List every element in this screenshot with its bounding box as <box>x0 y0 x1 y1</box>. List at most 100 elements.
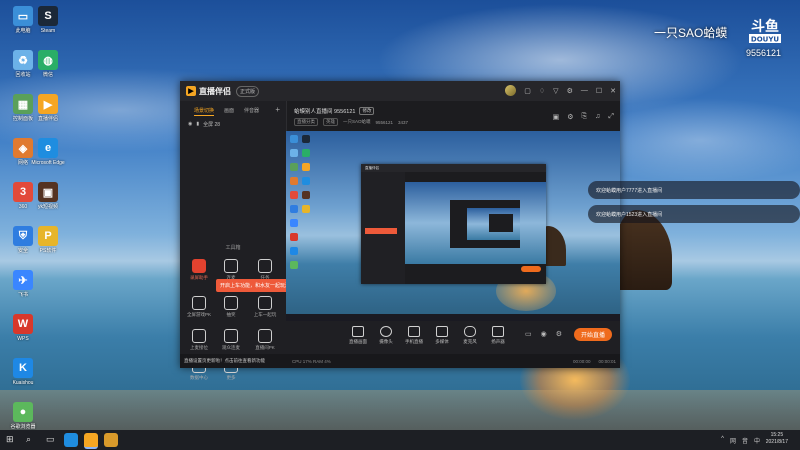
preview-desktop-icon <box>290 247 298 255</box>
share-icon[interactable]: ⎘ <box>582 113 588 121</box>
nested-tooltip <box>365 228 397 234</box>
status-times: 00:00:00 00:00:01 <box>573 359 616 364</box>
taskbar-clock[interactable]: 15:25 2021/8/17 <box>766 432 788 446</box>
scene-item[interactable]: ◉ ▮ 全屏 28 <box>188 121 220 128</box>
desktop-icon[interactable]: ▣ yk短视频 <box>28 182 68 226</box>
control-camera[interactable]: 摄像头 <box>374 326 398 345</box>
tool-pk[interactable]: 全屏游戏PK <box>184 296 214 318</box>
tool-lottery[interactable]: 抽奖 <box>216 296 246 318</box>
control-phone[interactable]: 手机直播 <box>402 326 426 345</box>
chat-notification: 欢迎蛤蟆用户1523进入直播间 <box>588 205 800 223</box>
search-icon[interactable]: ⌕ <box>26 434 31 445</box>
desktop-icon[interactable]: K Kuaishou <box>3 358 43 402</box>
app-logo-icon: ▶ <box>186 86 196 96</box>
desktop-icon[interactable]: ◍ 微信 <box>28 50 68 94</box>
room-pk-icon <box>258 329 272 343</box>
settings-icon[interactable]: ⚙ <box>567 113 573 121</box>
preview-desktop-icon <box>302 163 310 171</box>
viewer-count: 3437 <box>398 119 409 125</box>
nested-app-window-2 <box>450 200 520 248</box>
preview-desktop-icon <box>290 219 298 227</box>
desktop-icon[interactable]: ✈ 飞书 <box>3 270 43 314</box>
edge-taskbar-icon[interactable] <box>64 433 78 447</box>
tray-network-icon[interactable]: 网 <box>730 436 736 445</box>
media-icon <box>436 326 448 337</box>
tab-picture[interactable]: 画面 <box>224 107 234 116</box>
close-icon[interactable]: ✕ <box>610 87 616 95</box>
room-subtitle: 一只SAO蛤蟆 <box>343 119 371 124</box>
category-tag[interactable]: 直播分类 <box>294 118 318 126</box>
shirt-icon[interactable]: ▽ <box>553 87 558 95</box>
message-icon[interactable]: ▢ <box>524 87 531 95</box>
bell-icon[interactable]: ♫ <box>595 113 600 121</box>
tray-volume-icon[interactable]: 音 <box>742 436 748 445</box>
tool-mic-seat[interactable]: 上麦接位 <box>184 329 214 351</box>
task-icon <box>258 259 272 273</box>
minimize-icon[interactable]: — <box>581 87 588 94</box>
game-tag[interactable]: 英雄 <box>323 118 338 126</box>
preview-desktop-icon <box>302 177 310 185</box>
settings-gear-icon[interactable]: ⚙ <box>556 330 562 338</box>
gift-icon[interactable]: ♢ <box>539 87 545 95</box>
room-subinfo: 直播分类 英雄 一只SAO蛤蟆 9556121 3437 <box>294 118 408 126</box>
tool-record[interactable]: 录屏助手 <box>184 259 214 281</box>
edit-room-button[interactable]: 修改 <box>359 107 375 115</box>
speaker-icon <box>492 326 504 337</box>
windows-start-icon[interactable]: ⊞ <box>6 434 14 445</box>
nested-app-window-3 <box>489 214 513 232</box>
tools-title: 工具箱 <box>225 245 241 251</box>
live-companion-window: ▶ 直播伴侣 正式版 ▢ ♢ ▽ ⚙ — ☐ ✕ 场景切换 画面 伴音器 + ◉ … <box>180 81 620 380</box>
pk-icon <box>192 296 206 310</box>
tool-audience[interactable]: 观众连麦 <box>216 329 246 351</box>
tool-room-pk[interactable]: 直播间PK <box>250 329 280 351</box>
preview-desktop-icon <box>302 135 310 143</box>
desktop-icon[interactable]: W WPS <box>3 314 43 358</box>
preview-desktop-icon <box>290 135 298 143</box>
task-view-icon[interactable]: ▭ <box>46 434 55 445</box>
screenshot-icon[interactable]: ▣ <box>553 113 560 121</box>
desktop-icon[interactable]: e Microsoft Edge <box>28 138 68 182</box>
app-logo: ▶ 直播伴侣 <box>186 86 231 97</box>
control-media[interactable]: 多媒体 <box>430 326 454 345</box>
record-time: 00:00:01 <box>598 358 616 364</box>
lock-icon[interactable]: ▮ <box>196 121 199 128</box>
preview-desktop-icon <box>290 205 298 213</box>
live-companion-taskbar-icon[interactable] <box>84 433 98 449</box>
desktop-icon[interactable]: ▶ 直播伴侣 <box>28 94 68 138</box>
gear-icon[interactable]: ⚙ <box>567 87 573 95</box>
game-taskbar-icon[interactable] <box>104 433 118 447</box>
maximize-icon[interactable]: ☐ <box>596 87 602 95</box>
desktop-icon[interactable]: P PS软件 <box>28 226 68 270</box>
nested-sidebar <box>361 172 405 284</box>
chat-notification: 欢迎蛤蟆用户7777进入直播间 <box>588 181 800 199</box>
desktop-icon[interactable]: S Steam <box>28 6 68 50</box>
stream-preview[interactable]: 直播伴侣 <box>286 131 620 321</box>
eye-preview-icon[interactable]: ◉ <box>541 330 547 338</box>
tab-mixer[interactable]: 伴音器 <box>244 107 259 116</box>
steam-icon: S <box>38 6 58 26</box>
tool-task[interactable]: 任务 <box>250 259 280 281</box>
source-controls: 直播画面 摄像头 手机直播 多媒体 麦克风 扬声器 ▭ ◉ ⚙ 开始直播 <box>286 321 620 354</box>
update-notice[interactable]: 直播设置页更新啦！点击前往查看新功能 <box>180 354 286 368</box>
version-badge[interactable]: 正式版 <box>236 85 260 97</box>
tab-scene[interactable]: 场景切换 <box>194 107 215 116</box>
tray-ime-icon[interactable]: 中 <box>754 436 760 445</box>
control-speaker[interactable]: 扬声器 <box>486 326 510 345</box>
avatar[interactable] <box>505 85 517 96</box>
eye-icon[interactable]: ◉ <box>188 121 192 128</box>
preview-desktop-icon <box>290 149 298 157</box>
add-scene-icon[interactable]: + <box>275 105 280 114</box>
video-record-icon[interactable]: ▭ <box>525 330 532 338</box>
tool-car[interactable]: 上车一起玩 <box>250 296 280 318</box>
tray-chevron-icon[interactable]: ^ <box>721 436 724 445</box>
phone-icon <box>408 326 420 337</box>
tool-link-mic[interactable]: 连麦 <box>216 259 246 281</box>
room-id: 9556121 <box>375 119 394 125</box>
control-mic[interactable]: 麦克风 <box>458 326 482 345</box>
control-screen[interactable]: 直播画面 <box>346 326 370 345</box>
nested-preview <box>405 182 546 264</box>
preview-taskbar <box>286 314 620 321</box>
start-live-button[interactable]: 开始直播 <box>574 328 612 341</box>
expand-icon[interactable]: ⤢ <box>608 113 614 121</box>
scene-label: 全屏 28 <box>203 122 221 128</box>
